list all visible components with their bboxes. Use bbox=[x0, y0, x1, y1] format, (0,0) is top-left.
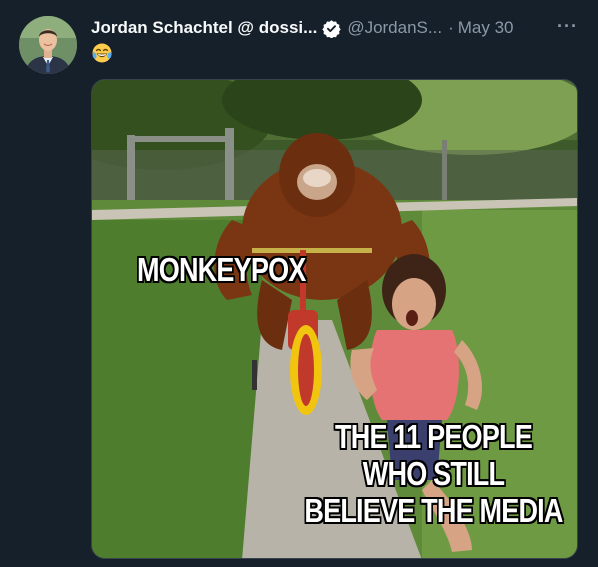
avatar[interactable] bbox=[19, 16, 77, 74]
meme-bottom-caption-line: THE 11 PEOPLE bbox=[335, 418, 533, 455]
meme-bottom-caption-line: BELIEVE THE MEDIA bbox=[304, 492, 563, 529]
tears-of-joy-emoji-icon bbox=[92, 43, 112, 63]
user-handle[interactable]: @JordanS... bbox=[347, 18, 442, 38]
meme-bottom-caption-line: WHO STILL bbox=[362, 455, 505, 492]
more-options-icon[interactable]: ··· bbox=[557, 16, 578, 36]
avatar-image bbox=[19, 16, 77, 74]
separator-dot: · bbox=[448, 18, 454, 37]
verified-badge-icon bbox=[322, 19, 341, 39]
display-name[interactable]: Jordan Schachtel @ dossi... bbox=[91, 18, 317, 38]
tweet-text: 😂 bbox=[91, 42, 121, 66]
tweet-media-image[interactable]: MONKEYPOX THE 11 PEOPLE WHO STILL BELIEV… bbox=[91, 79, 578, 559]
tweet[interactable]: Jordan Schachtel @ dossi... @JordanS... … bbox=[0, 0, 598, 567]
tweet-date[interactable]: May 30 bbox=[458, 18, 514, 38]
meme-top-caption: MONKEYPOX bbox=[137, 251, 306, 288]
meme-bottom-caption: THE 11 PEOPLE WHO STILL BELIEVE THE MEDI… bbox=[290, 418, 577, 529]
tweet-header: Jordan Schachtel @ dossi... @JordanS... … bbox=[91, 16, 578, 40]
